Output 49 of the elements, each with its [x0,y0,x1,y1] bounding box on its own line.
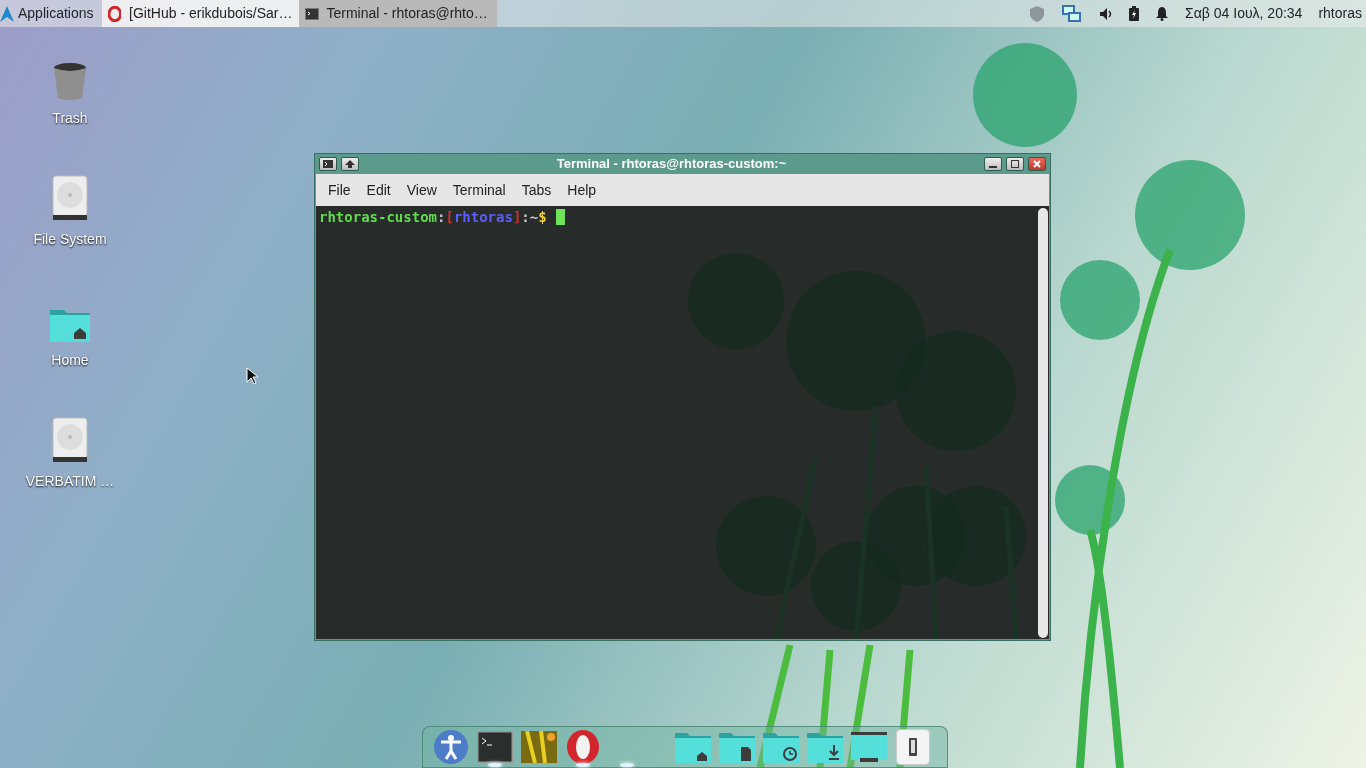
up-arrow-icon [345,160,355,168]
clock-folder-icon[interactable] [763,731,799,763]
window-title: Terminal - rhtoras@rhtoras-custom:~ [555,155,788,174]
terminal-icon[interactable] [477,731,513,763]
documents-folder-icon[interactable] [719,731,755,763]
picture-thumbnail-icon[interactable] [521,731,557,763]
ring-icon [107,5,122,22]
running-indicator [488,763,502,767]
terminal-icon [323,160,333,168]
clock[interactable]: Σαβ 04 Ιουλ, 20:34 [1185,3,1303,24]
close-icon [1033,160,1041,168]
hard-drive-icon[interactable] [52,175,88,221]
accessibility-icon[interactable] [433,729,469,765]
scrollbar[interactable] [1038,208,1048,638]
prompt-text: rhtoras-custom:[rhtoras]:~$ [316,206,1049,229]
taskbar-button[interactable]: [GitHub - erikdubois/Sar… [101,0,299,27]
menu-item[interactable]: Edit [358,179,399,201]
ring-icon[interactable] [565,729,601,765]
hard-drive-icon[interactable] [52,417,88,463]
shade-button[interactable] [341,157,359,171]
menu-item[interactable]: View [398,179,445,201]
trash-icon[interactable] [53,62,87,100]
running-indicator [620,763,634,767]
bell-icon[interactable] [1155,6,1170,21]
app-launcher-icon [0,5,14,22]
applications-menu-button[interactable]: Applications [0,3,94,24]
menu-item[interactable]: File [320,179,359,201]
running-indicator [576,763,590,767]
window-menu-button[interactable] [319,157,337,171]
monitor-icon[interactable] [851,732,887,762]
mouse-pointer-icon [246,367,258,385]
minimize-button[interactable] [984,157,1002,171]
terminal-icon [304,7,319,20]
volume-icon[interactable] [1099,6,1114,21]
maximize-icon [1011,160,1019,168]
download-folder-icon[interactable] [807,731,843,763]
maximize-button[interactable] [1006,157,1024,171]
taskbar-button[interactable]: Terminal - rhtoras@rhto… [298,0,497,27]
close-button[interactable] [1028,157,1046,171]
phone-icon[interactable] [896,729,930,765]
user-name[interactable]: rhtoras [1318,3,1362,24]
menu-item[interactable]: Terminal [444,179,514,201]
terminal-area[interactable]: rhtoras-custom:[rhtoras]:~$ [316,206,1049,639]
network-icon[interactable] [1061,3,1084,24]
home-folder-icon[interactable] [675,731,711,763]
battery-icon[interactable] [1129,6,1140,21]
menu-item[interactable]: Help [559,179,605,201]
menu-item[interactable]: Tabs [513,179,560,201]
text-cursor [555,209,565,225]
